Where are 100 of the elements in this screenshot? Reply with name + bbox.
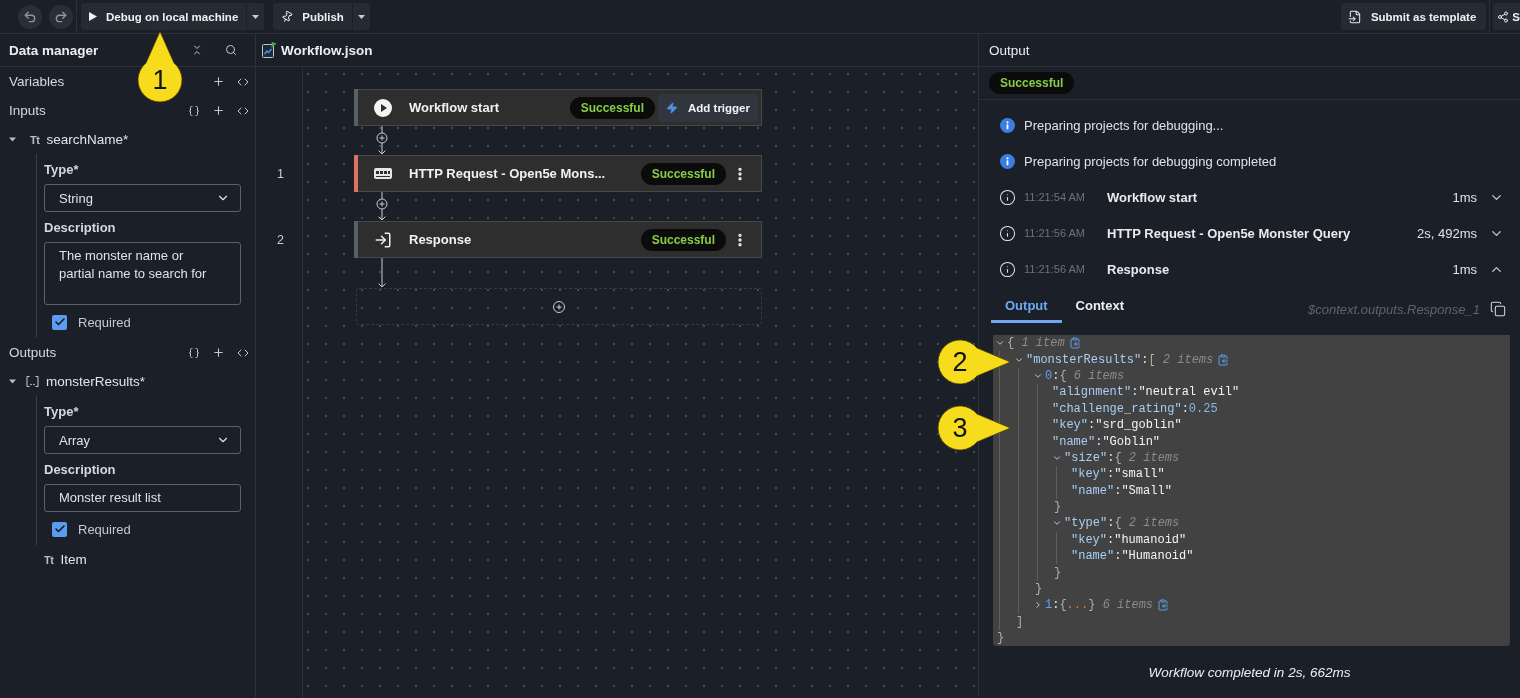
- add-step-icon[interactable]: [376, 198, 388, 210]
- context-path: $context.outputs.Response_1: [1308, 300, 1480, 317]
- type-select[interactable]: Array: [44, 426, 241, 454]
- field-label: Type*: [44, 162, 80, 178]
- type-select[interactable]: String: [44, 184, 241, 212]
- dropdown-button[interactable]: [247, 3, 265, 30]
- parameter-name[interactable]: Item: [60, 552, 87, 567]
- json-entry: "challenge_rating":0.25: [1052, 400, 1218, 417]
- json-entry: "name":"Small": [1071, 482, 1172, 499]
- status-badge: Successful: [640, 162, 726, 185]
- enter-icon: [374, 230, 392, 249]
- panel-title: Output: [989, 42, 1030, 58]
- workflow-node[interactable]: HTTP Request - Open5e Mons... Successful: [354, 155, 762, 192]
- plus-icon[interactable]: [212, 104, 225, 117]
- caret-icon[interactable]: [9, 378, 16, 385]
- json-entry: "type":{ 2 items: [1064, 515, 1180, 532]
- json-entry: "name":"Goblin": [1052, 433, 1161, 450]
- json-bracket: }: [1034, 581, 1043, 598]
- type-glyph: Tt: [30, 133, 40, 146]
- callout-marker: 1: [137, 31, 183, 103]
- share-button[interactable]: S: [1493, 3, 1520, 30]
- debug-button[interactable]: Debug on local machine: [81, 3, 247, 30]
- info-icon: [1000, 153, 1015, 169]
- log-message: Preparing projects for debugging completed: [1024, 153, 1277, 169]
- json-entry: "key":"small": [1071, 466, 1165, 483]
- parameter-name[interactable]: monsterResults*: [46, 374, 146, 389]
- json-entry: "key":"srd_goblin": [1052, 417, 1182, 434]
- submit-template-button[interactable]: Submit as template: [1340, 3, 1487, 30]
- undo-icon: [23, 9, 37, 24]
- line-number: 2: [277, 232, 284, 247]
- step-duration: 2s, 492ms: [1417, 225, 1477, 241]
- play-circle-icon: [374, 98, 392, 117]
- undo-button[interactable]: [18, 4, 42, 29]
- json-entry: "name":"Humanoid": [1071, 548, 1194, 565]
- node-title: HTTP Request - Open5e Mons...: [409, 166, 607, 181]
- caret-icon: [357, 14, 365, 19]
- checkbox[interactable]: [52, 314, 67, 330]
- info-icon: [999, 224, 1016, 242]
- add-step-icon[interactable]: [553, 300, 565, 313]
- braces-icon[interactable]: [188, 346, 200, 359]
- info-icon: [999, 188, 1016, 206]
- json-bracket: }: [996, 630, 1005, 646]
- step-duration: 1ms: [1452, 261, 1477, 277]
- node-title: Response: [409, 232, 473, 247]
- log-message: Preparing projects for debugging...: [1024, 117, 1224, 133]
- array-type-icon: [26, 376, 39, 387]
- json-entry: "size":{ 2 items: [1064, 449, 1180, 466]
- dropdown-button[interactable]: [352, 3, 370, 30]
- type-glyph: Tt: [44, 553, 54, 566]
- field-label: Description: [44, 220, 117, 236]
- braces-icon[interactable]: [188, 104, 200, 117]
- checkbox-label: Required: [78, 521, 131, 537]
- share-icon: [1497, 10, 1510, 23]
- connector-arrow: [378, 258, 386, 288]
- connector-arrow: [378, 192, 386, 221]
- section-title: Variables: [9, 74, 65, 89]
- checkbox-label: Required: [78, 314, 131, 330]
- plus-icon[interactable]: [212, 75, 225, 88]
- chevron-icon[interactable]: [1033, 600, 1043, 611]
- workflow-node[interactable]: Response Successful: [354, 221, 762, 258]
- step-name: HTTP Request - Open5e Monster Query: [1107, 225, 1352, 241]
- json-bracket: ]: [1015, 613, 1024, 630]
- tab[interactable]: Output: [991, 287, 1062, 323]
- collapse-icon[interactable]: [191, 44, 203, 56]
- caret-icon[interactable]: [9, 136, 16, 143]
- parameter-name[interactable]: searchName*: [46, 132, 129, 147]
- copy-icon[interactable]: [1490, 301, 1506, 317]
- http-icon: [374, 168, 392, 179]
- clipboard-icon[interactable]: [1217, 353, 1230, 366]
- json-bracket: }: [1053, 499, 1062, 516]
- log-time: 11:21:56 AM: [1024, 263, 1086, 275]
- callout-marker: 3: [937, 405, 1011, 451]
- description-field[interactable]: Monster result list: [44, 484, 241, 512]
- clipboard-icon[interactable]: [1068, 337, 1081, 350]
- redo-button[interactable]: [49, 4, 73, 29]
- info-icon: [1000, 117, 1015, 133]
- file-tab[interactable]: Workflow.json: [281, 42, 373, 58]
- add-trigger-button[interactable]: Add trigger: [658, 93, 758, 122]
- description-field[interactable]: The monster name or partial name to search for: [44, 242, 241, 305]
- step-name: Response: [1107, 261, 1171, 277]
- section-title: Outputs: [9, 345, 57, 360]
- tab[interactable]: Context: [1061, 287, 1138, 323]
- step-duration: 1ms: [1452, 189, 1477, 205]
- json-entry: "alignment":"neutral evil": [1052, 384, 1240, 401]
- clipboard-icon[interactable]: [1157, 599, 1170, 612]
- line-number: 1: [277, 166, 284, 181]
- panel-title: Data manager: [9, 42, 99, 58]
- add-step-icon[interactable]: [376, 132, 388, 144]
- search-icon[interactable]: [225, 44, 237, 56]
- plus-icon[interactable]: [212, 346, 225, 359]
- json-bracket: }: [1053, 564, 1062, 581]
- log-time: 11:21:56 AM: [1024, 227, 1086, 239]
- json-entry: 1:{...} 6 items: [1045, 597, 1154, 614]
- completion-message: Workflow completed in 2s, 662ms: [1148, 664, 1351, 680]
- publish-button[interactable]: Publish: [273, 3, 352, 30]
- info-icon: [999, 260, 1016, 278]
- section-title: Inputs: [9, 103, 46, 118]
- checkbox[interactable]: [52, 521, 67, 537]
- json-entry: "monsterResults":[ 2 items: [1026, 351, 1214, 368]
- workflow-node[interactable]: Workflow start Successful Add trigger: [354, 89, 762, 126]
